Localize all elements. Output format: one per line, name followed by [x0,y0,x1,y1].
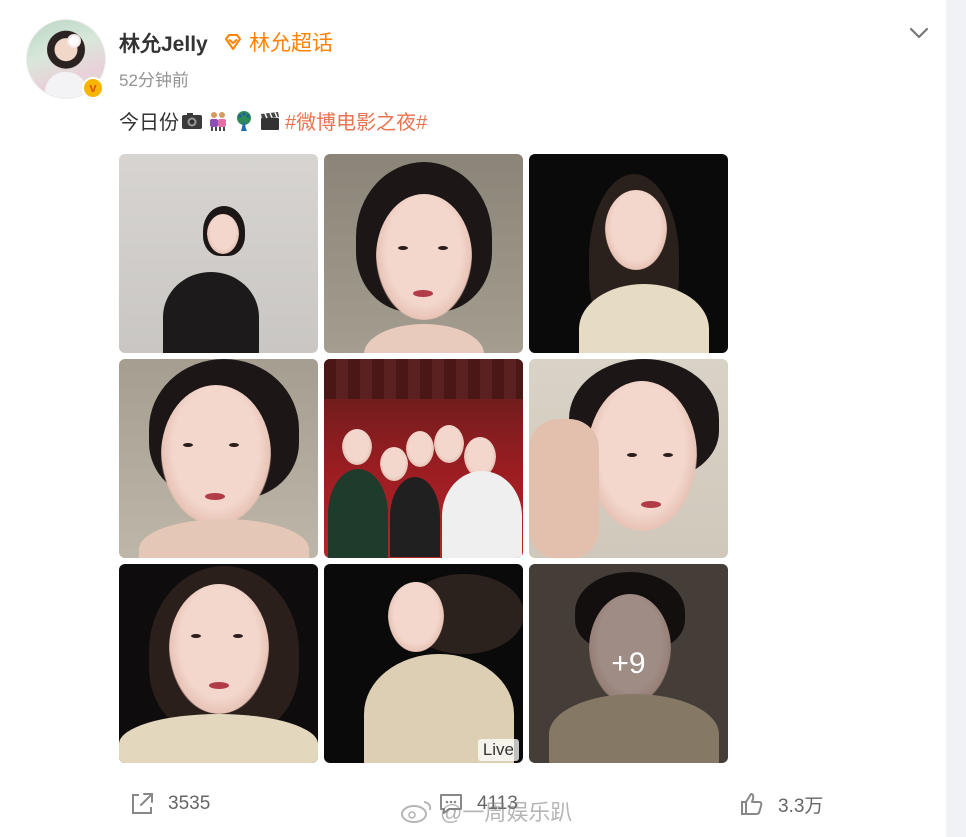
thumbs-up-icon [741,793,763,815]
peacock-emoji-icon [237,110,251,131]
two-women-emoji-icon [210,111,226,131]
watermark: @一周娱乐趴 [400,795,572,827]
photo-thumbnail[interactable] [529,154,728,353]
live-badge: Live [477,739,519,761]
photo-thumbnail[interactable] [119,154,318,353]
more-photos-count: +9 [529,564,728,763]
supertopic-link[interactable]: 林允超话 [221,28,333,56]
photo-thumbnail[interactable] [119,359,318,558]
post-time[interactable]: 52分钟前 [119,66,189,91]
forward-count: 3535 [168,793,211,814]
right-gutter [946,0,966,837]
like-button[interactable]: 3.3万 [738,782,823,826]
weibo-post-card: v 林允Jelly 林允超话 52分钟前 今日份 #微博电影之夜# Live +… [0,0,946,837]
camera-emoji-icon [182,112,202,129]
watermark-text: @一周娱乐趴 [440,800,573,825]
verified-badge-icon: v [82,77,104,99]
photo-thumbnail[interactable] [529,359,728,558]
photo-grid: Live +9 [119,154,728,763]
like-count: 3.3万 [778,795,824,817]
hashtag-link[interactable]: #微博电影之夜# [285,106,427,135]
photo-thumbnail[interactable] [119,564,318,763]
post-text-prefix: 今日份 [119,112,179,134]
weibo-logo-icon [401,801,432,823]
hair-flower-decoration [69,36,79,46]
live-photo-thumbnail[interactable]: Live [324,564,523,763]
photo-thumbnail[interactable] [324,154,523,353]
more-photos-thumbnail[interactable]: +9 [529,564,728,763]
post-text: 今日份 #微博电影之夜# [119,106,427,135]
diamond-icon [225,34,241,50]
forward-button[interactable]: 3535 [128,782,210,826]
supertopic-label: 林允超话 [249,32,333,55]
author-name[interactable]: 林允Jelly [119,28,208,58]
chevron-down-icon[interactable] [908,22,930,44]
clapper-board-emoji-icon [261,111,279,130]
share-icon [132,793,153,814]
photo-thumbnail[interactable] [324,359,523,558]
